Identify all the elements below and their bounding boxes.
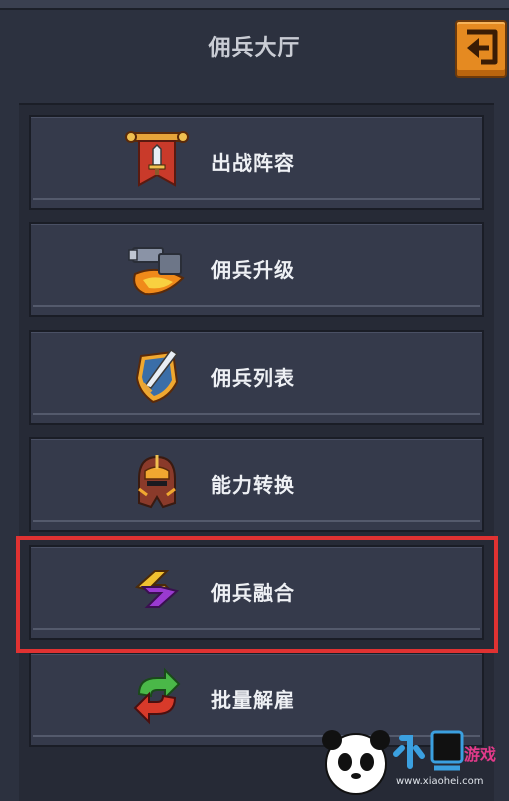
- row-divider: [33, 198, 480, 200]
- banner-sword-icon: [125, 131, 189, 187]
- menu-item-fusion[interactable]: 佣兵融合: [29, 545, 484, 640]
- menu-item-label: 佣兵升级: [211, 258, 295, 282]
- recycle-arrows-icon: [133, 667, 181, 725]
- menu-item-list[interactable]: 佣兵列表: [29, 330, 484, 425]
- row-divider: [33, 628, 480, 630]
- row-divider: [33, 413, 480, 415]
- row-divider: [33, 520, 480, 522]
- menu-item-ability-transform[interactable]: 能力转换: [29, 437, 484, 532]
- page-title: 佣兵大厅: [208, 36, 301, 61]
- shield-sword-icon: [135, 348, 179, 404]
- watermark-logo: 游戏: [322, 730, 496, 795]
- menu-item-label: 能力转换: [211, 473, 295, 497]
- back-arrow-icon: [467, 29, 498, 65]
- menu-item-battle-lineup[interactable]: 出战阵容: [29, 115, 484, 210]
- menu-item-label: 出战阵容: [211, 151, 295, 175]
- menu-item-label: 批量解雇: [211, 688, 295, 712]
- menu-item-label: 佣兵融合: [211, 581, 295, 605]
- back-button[interactable]: [455, 20, 507, 78]
- top-strip: [0, 0, 509, 10]
- svg-text:游戏: 游戏: [464, 745, 496, 764]
- menu-item-upgrade[interactable]: 佣兵升级: [29, 222, 484, 317]
- menu-item-label: 佣兵列表: [211, 366, 295, 390]
- helmet-icon: [138, 455, 176, 509]
- watermark-url: www.xiaohei.com: [396, 776, 484, 787]
- anvil-icon: [128, 247, 185, 296]
- row-divider: [33, 305, 480, 307]
- fusion-icon: [134, 570, 180, 608]
